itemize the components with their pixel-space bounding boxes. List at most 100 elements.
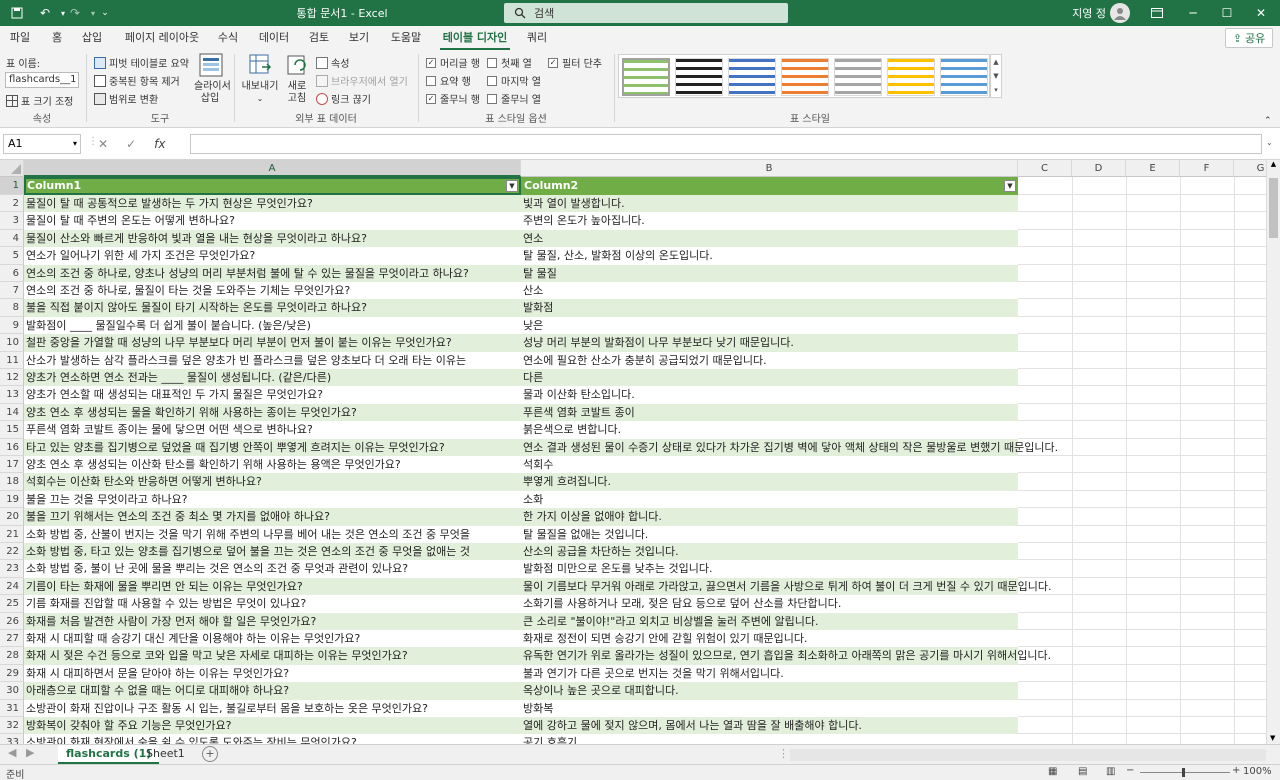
expand-formula-icon[interactable]: ⌄	[1266, 138, 1273, 147]
zoom-slider-thumb[interactable]	[1182, 768, 1185, 777]
tab-data[interactable]: 데이터	[252, 26, 296, 50]
table-styles-gallery[interactable]	[618, 54, 990, 98]
resize-table-button[interactable]: 표 크기 조정	[6, 93, 73, 108]
cell-answer[interactable]: 발화점 미만으로 온도를 낮추는 것입니다.	[521, 560, 713, 577]
row-header[interactable]: 25	[0, 595, 24, 613]
cell-answer[interactable]: 빛과 열이 발생합니다.	[521, 195, 625, 212]
enter-icon[interactable]: ✓	[126, 137, 136, 151]
user-name[interactable]: 지영 정	[1062, 0, 1106, 26]
page-layout-view-icon[interactable]: ▤	[1078, 766, 1087, 777]
row-header[interactable]: 23	[0, 560, 24, 578]
col-header-e[interactable]: E	[1126, 160, 1180, 177]
row-header[interactable]: 7	[0, 282, 24, 300]
formula-input[interactable]	[190, 134, 1262, 154]
zoom-level[interactable]: 100%	[1243, 766, 1272, 777]
search-box[interactable]: 검색	[504, 3, 788, 23]
cell-answer[interactable]: 탈 물질	[521, 265, 557, 282]
filter-button-checkbox[interactable]: ✓ 필터 단추	[548, 55, 602, 70]
cell-answer[interactable]: 유독한 연기가 위로 올라가는 성질이 있으므로, 연기 흡입을 최소화하고 아…	[521, 647, 1051, 664]
zoom-out-icon[interactable]: −	[1126, 765, 1134, 776]
col-header-g[interactable]: G	[1234, 160, 1266, 177]
gallery-scroll[interactable]: ▲ ▼ ▾	[990, 54, 1002, 98]
row-header[interactable]: 11	[0, 351, 24, 369]
cell-question[interactable]: 불을 끄기 위해서는 연소의 조건 중 최소 몇 가지를 없애야 하나요?	[24, 508, 521, 526]
avatar[interactable]	[1110, 3, 1130, 23]
row-header[interactable]: 16	[0, 438, 24, 456]
cell-question[interactable]: 불을 직접 붙이지 않아도 물질이 타기 시작하는 온도를 무엇이라고 하나요?	[24, 299, 521, 317]
cell-question[interactable]: 양초가 연소하면 연소 전과는 ____ 물질이 생성됩니다. (같은/다른)	[24, 369, 521, 387]
cell-question[interactable]: 소화 방법 중, 타고 있는 양초를 집기병으로 덮어 불을 끄는 것은 연소의…	[24, 543, 521, 561]
prev-sheet-icon[interactable]: ◀	[8, 746, 16, 759]
horizontal-scrollbar[interactable]	[790, 749, 1266, 761]
share-button[interactable]: ⇪ 공유	[1225, 28, 1273, 48]
zoom-in-icon[interactable]: +	[1232, 765, 1240, 776]
cell-answer[interactable]: 성냥 머리 부분의 발화점이 나무 부분보다 낮기 때문입니다.	[521, 334, 794, 351]
banded-rows-checkbox[interactable]: ✓ 줄무늬 행	[426, 91, 480, 106]
row-header[interactable]: 21	[0, 525, 24, 543]
scroll-up-icon[interactable]: ▲	[1267, 160, 1280, 168]
cell-question[interactable]: 타고 있는 양초를 집기병으로 덮었을 때 집기병 안쪽이 뿌옇게 흐려지는 이…	[24, 438, 521, 456]
convert-to-range-button[interactable]: 범위로 변환	[94, 91, 158, 106]
customize-toolbar-icon[interactable]: ⌄	[92, 0, 118, 26]
cell-answer[interactable]: 연소에 필요한 산소가 충분히 공급되었기 때문입니다.	[521, 352, 767, 369]
table-style-lightblue[interactable]	[940, 58, 988, 96]
row-header[interactable]: 26	[0, 612, 24, 630]
cell-answer[interactable]: 연소	[521, 230, 543, 247]
cell-answer[interactable]: 불과 연기가 다른 곳으로 번지는 것을 막기 위해서입니다.	[521, 665, 784, 682]
normal-view-icon[interactable]: ▦	[1048, 766, 1057, 777]
cell-answer[interactable]: 물이 기름보다 무거워 아래로 가라앉고, 끓으면서 기름을 사방으로 튀게 하…	[521, 578, 1051, 595]
tab-home[interactable]: 홈	[44, 26, 70, 50]
scroll-thumb[interactable]	[1269, 178, 1278, 238]
cell-question[interactable]: 화재 시 대피할 때 승강기 대신 계단을 이용해야 하는 이유는 무엇인가요?	[24, 630, 521, 647]
scroll-down-icon[interactable]: ▼	[1270, 734, 1275, 742]
tab-query[interactable]: 쿼리	[520, 26, 554, 50]
cell-question[interactable]: 양초가 연소할 때 생성되는 대표적인 두 가지 물질은 무엇인가요?	[24, 386, 521, 403]
page-break-view-icon[interactable]: ▥	[1106, 766, 1115, 777]
cell-question[interactable]: 양초 연소 후 생성되는 물을 확인하기 위해 사용하는 종이는 무엇인가요?	[24, 403, 521, 422]
tab-table-design[interactable]: 테이블 디자인	[440, 26, 510, 50]
cell-answer[interactable]: 낮은	[521, 317, 543, 334]
row-header[interactable]: 28	[0, 647, 24, 665]
minimize-icon[interactable]: ─	[1176, 0, 1210, 26]
cell-question[interactable]: 양초 연소 후 생성되는 이산화 탄소를 확인하기 위해 사용하는 용액은 무엇…	[24, 456, 521, 473]
row-header[interactable]: 20	[0, 508, 24, 526]
cell-answer[interactable]: 옥상이나 높은 곳으로 대피합니다.	[521, 682, 679, 699]
row-header[interactable]: 27	[0, 630, 24, 648]
table-style-gold[interactable]	[887, 58, 935, 96]
next-sheet-icon[interactable]: ▶	[26, 746, 34, 759]
cell-answer[interactable]: 석회수	[521, 456, 553, 473]
row-header[interactable]: 1	[0, 177, 24, 195]
cell-answer[interactable]: 산소의 공급을 차단하는 것입니다.	[521, 543, 679, 560]
cell-question[interactable]: 소화 방법 중, 산불이 번지는 것을 막기 위해 주변의 나무를 베어 내는 …	[24, 526, 521, 543]
cell-question[interactable]: 연소의 조건 중 하나로, 물질이 타는 것을 도와주는 기체는 무엇인가요?	[24, 282, 521, 299]
tab-page-layout[interactable]: 페이지 레이아웃	[116, 26, 208, 50]
row-header[interactable]: 2	[0, 195, 24, 213]
cell-question[interactable]: 아래층으로 대피할 수 없을 때는 어디로 대피해야 하나요?	[24, 682, 521, 700]
row-header[interactable]: 3	[0, 212, 24, 230]
row-header[interactable]: 29	[0, 664, 24, 683]
unlink-button[interactable]: 링크 끊기	[316, 91, 371, 106]
cell-answer[interactable]: 붉은색으로 변합니다.	[521, 421, 621, 438]
banded-columns-checkbox[interactable]: 줄무늬 열	[487, 91, 541, 106]
tab-split-handle-icon[interactable]: ⋮	[778, 747, 789, 760]
filter-dropdown-icon[interactable]: ▼	[1004, 180, 1016, 192]
row-header[interactable]: 8	[0, 299, 24, 317]
row-header[interactable]: 17	[0, 456, 24, 474]
filter-dropdown-icon[interactable]: ▼	[506, 180, 518, 192]
close-icon[interactable]: ✕	[1244, 0, 1278, 26]
row-header[interactable]: 4	[0, 229, 24, 248]
cell-answer[interactable]: 다른	[521, 369, 543, 386]
select-all-corner[interactable]	[0, 160, 24, 177]
drag-handle-icon[interactable]: ⋮	[88, 136, 98, 147]
tab-insert[interactable]: 삽입	[76, 26, 108, 50]
tab-review[interactable]: 검토	[302, 26, 336, 50]
tab-file[interactable]: 파일	[4, 26, 36, 50]
cell-answer[interactable]: 열에 강하고 물에 젖지 않으며, 몸에서 나는 열과 땀을 잘 배출해야 합니…	[521, 717, 862, 734]
cell-question[interactable]: 소화 방법 중, 불이 난 곳에 물을 뿌리는 것은 연소의 조건 중 무엇과 …	[24, 560, 521, 577]
cancel-icon[interactable]: ✕	[98, 137, 108, 151]
cell-answer[interactable]: 발화점	[521, 299, 553, 316]
row-header[interactable]: 10	[0, 334, 24, 352]
cell-question[interactable]: 화재 시 대피하면서 문을 닫아야 하는 이유는 무엇인가요?	[24, 665, 521, 682]
name-box[interactable]: A1 ▾	[3, 134, 81, 154]
tab-view[interactable]: 보기	[342, 26, 376, 50]
